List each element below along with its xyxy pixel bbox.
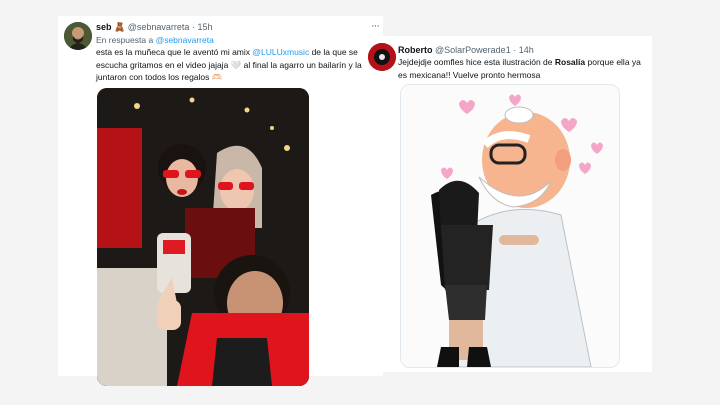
tweet-header: seb 🧸 @sebnavarreta · 15h: [96, 22, 213, 33]
tweet-card-seb[interactable]: seb 🧸 @sebnavarreta · 15h ··· En respues…: [58, 16, 383, 386]
avatar-seb[interactable]: [64, 22, 92, 50]
separator: ·: [191, 22, 195, 32]
handle[interactable]: @SolarPowerade1: [435, 45, 511, 55]
tweet-illustration[interactable]: [400, 84, 620, 368]
tweet-text: esta es la muñeca que le aventó mi amix …: [96, 46, 381, 84]
handle[interactable]: @sebnavarreta: [128, 22, 190, 32]
tweet-card-roberto[interactable]: Roberto @SolarPowerade1 · 14h Jejdejdje …: [362, 36, 652, 372]
timestamp[interactable]: 15h: [197, 22, 212, 32]
tweet-photo-selfie[interactable]: [97, 88, 309, 386]
display-name[interactable]: Roberto: [398, 45, 433, 55]
mention-link[interactable]: @LULUxmusic: [252, 47, 309, 57]
tweet-text-bold: Rosalía: [554, 57, 586, 67]
tweet-text: Jejdejdje oomfles hice esta ilustración …: [398, 56, 648, 81]
separator: ·: [513, 45, 517, 55]
teddy-bear-emoji-icon: 🧸: [114, 22, 126, 32]
tweet-text-part-1: esta es la muñeca que le aventó mi amix: [96, 47, 253, 57]
tweet-header: Roberto @SolarPowerade1 · 14h: [398, 45, 534, 55]
reply-prefix: En respuesta a: [96, 35, 154, 45]
more-horizontal-icon[interactable]: ···: [371, 20, 380, 32]
reply-context: En respuesta a @sebnavarreta: [96, 35, 214, 45]
timestamp[interactable]: 14h: [519, 45, 534, 55]
avatar-roberto[interactable]: [368, 43, 396, 71]
tweet-text-part-1: Jejdejdje oomfles hice esta ilustración …: [398, 57, 555, 67]
display-name[interactable]: seb: [96, 22, 112, 32]
reply-handle-link[interactable]: @sebnavarreta: [156, 35, 214, 45]
